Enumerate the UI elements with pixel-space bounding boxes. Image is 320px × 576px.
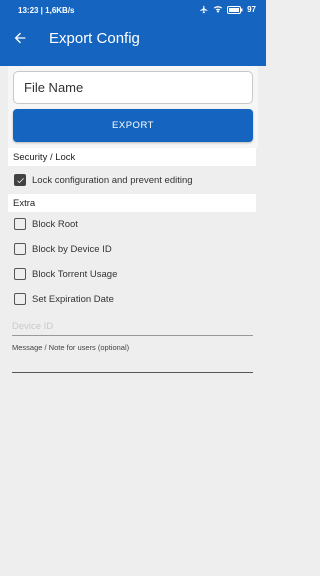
app-header: 13:23 | 1,6KB/s 97 Export Config xyxy=(0,0,266,66)
wifi-icon xyxy=(213,5,223,14)
checkbox-lock-config[interactable] xyxy=(14,174,26,186)
checkbox-row-expiration-date[interactable]: Set Expiration Date xyxy=(14,291,114,307)
battery-level: 97 xyxy=(247,5,256,14)
airplane-icon xyxy=(199,5,209,14)
arrow-back-icon xyxy=(12,30,28,51)
battery-icon xyxy=(227,5,243,14)
checkbox-row-block-torrent[interactable]: Block Torrent Usage xyxy=(14,266,117,282)
checkbox-label: Set Expiration Date xyxy=(32,293,114,305)
checkmark-icon xyxy=(16,177,24,183)
status-time: 13:23 | 1,6KB/s xyxy=(18,6,75,15)
checkbox-row-block-device-id[interactable]: Block by Device ID xyxy=(14,241,112,257)
checkbox-label: Block by Device ID xyxy=(32,243,112,255)
checkbox-block-root[interactable] xyxy=(14,218,26,230)
app-bar: Export Config xyxy=(0,24,266,56)
device-id-input[interactable]: Device ID xyxy=(12,318,253,336)
back-button[interactable] xyxy=(8,28,32,52)
section-header-security: Security / Lock xyxy=(8,148,256,166)
checkbox-label: Block Root xyxy=(32,218,78,230)
checkbox-row-block-root[interactable]: Block Root xyxy=(14,216,78,232)
checkbox-block-torrent[interactable] xyxy=(14,268,26,280)
file-name-input[interactable] xyxy=(13,71,253,104)
checkbox-expiration-date[interactable] xyxy=(14,293,26,305)
page-title: Export Config xyxy=(49,30,140,47)
checkbox-label: Block Torrent Usage xyxy=(32,268,118,280)
checkbox-label: Lock configuration and prevent editing xyxy=(32,174,193,186)
status-bar: 13:23 | 1,6KB/s 97 xyxy=(0,0,266,22)
section-header-extra: Extra xyxy=(8,194,256,212)
checkbox-block-device-id[interactable] xyxy=(14,243,26,255)
message-label: Message / Note for users (optional) xyxy=(12,343,130,352)
message-input[interactable] xyxy=(12,355,253,373)
checkbox-row-lock-config[interactable]: Lock configuration and prevent editing xyxy=(14,172,193,188)
status-icons: 97 xyxy=(199,5,256,14)
export-button[interactable]: EXPORT xyxy=(13,109,253,142)
